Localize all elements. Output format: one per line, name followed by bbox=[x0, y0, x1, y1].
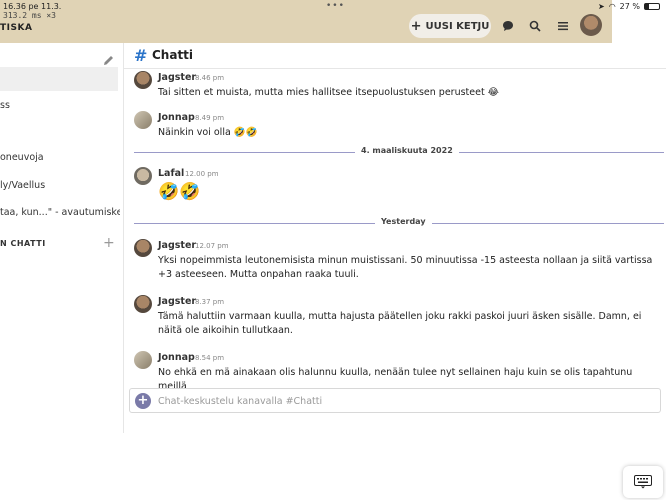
status-time: 16.36 bbox=[3, 2, 26, 11]
avatar[interactable] bbox=[134, 239, 152, 257]
message-time[interactable]: 8.49 pm bbox=[195, 114, 224, 122]
avatar[interactable] bbox=[134, 111, 152, 129]
avatar[interactable] bbox=[134, 295, 152, 313]
user-avatar[interactable] bbox=[580, 14, 602, 36]
divider-label: Yesterday bbox=[375, 217, 432, 226]
sidebar-section-header[interactable]: N CHATTI bbox=[0, 239, 46, 248]
add-channel-icon[interactable]: + bbox=[103, 235, 115, 251]
date-divider: 4. maaliskuuta 2022 bbox=[134, 146, 664, 158]
message-author[interactable]: Jonnap bbox=[158, 352, 195, 363]
avatar[interactable] bbox=[134, 71, 152, 89]
debug-timing: 313.2 ms ×3 bbox=[3, 11, 56, 20]
message-text: 🤣🤣 bbox=[158, 182, 201, 202]
battery-level bbox=[645, 4, 649, 9]
message-text: Tai sitten et muista, mutta mies hallits… bbox=[158, 87, 499, 98]
channel-name[interactable]: Chatti bbox=[152, 48, 193, 62]
sidebar: ss oneuvoja ly/Vaellus taa, kun..." - av… bbox=[0, 43, 124, 433]
message-time[interactable]: 8.54 pm bbox=[195, 354, 224, 362]
status-time-date: 16.36 pe 11.3. bbox=[3, 2, 61, 11]
message-time[interactable]: 8.46 pm bbox=[195, 74, 224, 82]
sidebar-item[interactable]: ly/Vaellus bbox=[0, 180, 120, 191]
battery-icon bbox=[644, 3, 660, 10]
message-author[interactable]: Jonnap bbox=[158, 112, 195, 123]
menu-icon[interactable] bbox=[554, 17, 572, 35]
new-topic-label: UUSI KETJU bbox=[425, 20, 490, 32]
composer-plus-button[interactable]: + bbox=[135, 393, 151, 409]
sidebar-item-label: ss bbox=[0, 100, 10, 111]
channel-header: # Chatti bbox=[124, 43, 666, 69]
battery-percent: 27 % bbox=[619, 2, 640, 11]
new-topic-button[interactable]: + UUSI KETJU bbox=[409, 14, 491, 38]
avatar[interactable] bbox=[134, 351, 152, 369]
status-date: pe 11.3. bbox=[28, 2, 62, 11]
plus-icon: + bbox=[410, 18, 422, 34]
message-author[interactable]: Jagster bbox=[158, 72, 196, 83]
sidebar-item-label: ly/Vaellus bbox=[0, 180, 46, 191]
chat-composer: + bbox=[129, 388, 661, 413]
wifi-icon: ◠ bbox=[608, 2, 616, 11]
message-text: Tämä haluttiin varmaan kuulla, mutta haj… bbox=[158, 311, 642, 336]
status-right: ➤ ◠ 27 % bbox=[598, 2, 660, 11]
message-time[interactable]: 12.00 pm bbox=[185, 170, 219, 178]
keyboard-icon[interactable] bbox=[623, 466, 663, 498]
message-text: Yksi nopeimmista leutonemisista minun mu… bbox=[158, 255, 653, 280]
sidebar-item-label: taa, kun..." - avautumisketj... bbox=[0, 207, 120, 218]
sidebar-item-label: oneuvoja bbox=[0, 152, 44, 163]
avatar[interactable] bbox=[134, 167, 152, 185]
chat-message-input[interactable] bbox=[158, 393, 653, 409]
message-text: Näinkin voi olla 🤣🤣 bbox=[158, 127, 258, 138]
message-author[interactable]: Lafal bbox=[158, 168, 184, 179]
bottom-area bbox=[0, 433, 666, 500]
chat-icon[interactable] bbox=[499, 17, 517, 35]
status-bar: 16.36 pe 11.3. ••• ➤ ◠ 27 % bbox=[0, 0, 666, 12]
divider-label: 4. maaliskuuta 2022 bbox=[355, 146, 459, 155]
multitask-dots-icon[interactable]: ••• bbox=[326, 1, 345, 11]
location-icon: ➤ bbox=[597, 2, 605, 11]
search-icon[interactable] bbox=[526, 17, 544, 35]
message-author[interactable]: Jagster bbox=[158, 296, 196, 307]
sidebar-item[interactable]: taa, kun..." - avautumisketj... bbox=[0, 207, 120, 218]
sidebar-item-active[interactable] bbox=[0, 67, 118, 91]
message-time[interactable]: 12.07 pm bbox=[195, 242, 229, 250]
message-author[interactable]: Jagster bbox=[158, 240, 196, 251]
site-title[interactable]: TISKA bbox=[0, 23, 32, 33]
channel-hash-icon: # bbox=[134, 46, 148, 65]
sidebar-item[interactable]: oneuvoja bbox=[0, 152, 120, 163]
message-time[interactable]: 8.37 pm bbox=[195, 298, 224, 306]
date-divider: Yesterday bbox=[134, 217, 664, 229]
sidebar-item[interactable]: ss bbox=[0, 100, 120, 111]
